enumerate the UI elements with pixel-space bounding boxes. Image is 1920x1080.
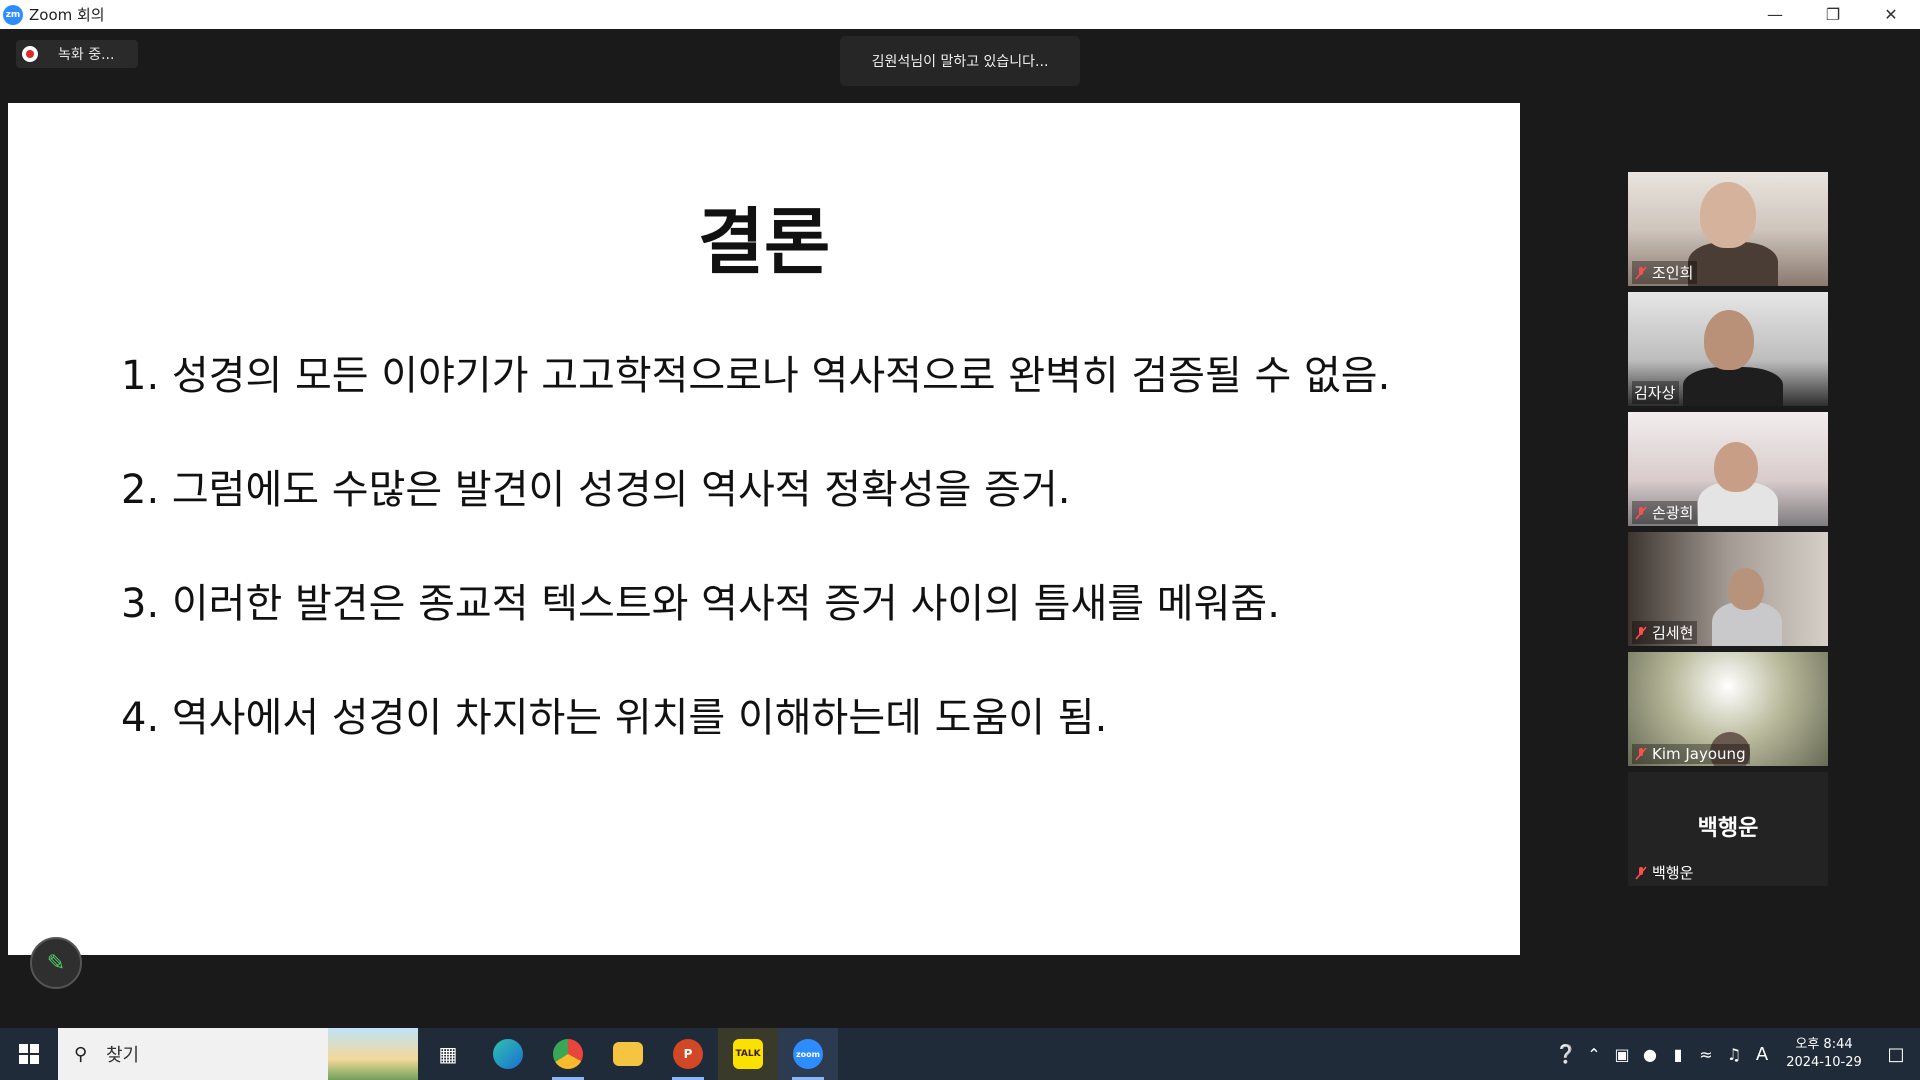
annotate-pencil-button[interactable]: ✎ [30,937,82,989]
volume-icon[interactable]: ♫ [1720,1045,1748,1064]
system-tray: ❔ ⌃ ▣ ● ▮ ≈ ♫ A 오후 8:44 2024-10-29 □ [1552,1028,1920,1080]
pencil-icon: ✎ [46,950,66,976]
task-view-button[interactable]: ▦ [418,1028,478,1080]
notification-icon[interactable]: □ [1872,1044,1920,1065]
zoom-app-icon: zm [3,4,23,25]
edge-icon [493,1039,523,1069]
search-highlight-image [328,1028,418,1080]
clock-time: 오후 8:44 [1795,1037,1853,1052]
participant-tile[interactable]: 조인희 [1628,172,1828,286]
recording-indicator[interactable]: 녹화 중... [16,40,138,68]
clock-date: 2024-10-29 [1786,1055,1862,1070]
participant-name: Kim Jayoung [1632,744,1750,764]
start-button[interactable] [0,1028,58,1080]
folder-icon [613,1042,643,1066]
speaking-banner: 김원석님이 말하고 있습니다... [840,36,1080,86]
record-icon [22,46,38,62]
kakaotalk-taskbar-button[interactable]: TALK [718,1028,778,1080]
slide-item: 4. 역사에서 성경이 차지하는 위치를 이해하는데 도움이 됨. [121,695,1108,741]
powerpoint-icon: P [673,1039,703,1069]
taskbar: ⚲ 찾기 ▦ P TALK zoom ❔ ⌃ ▣ ● ▮ ≈ ♫ A 오후 8:… [0,1028,1920,1080]
close-button[interactable]: ✕ [1862,0,1920,29]
taskbar-search-box[interactable]: ⚲ 찾기 [58,1028,418,1080]
slide-item: 3. 이러한 발견은 종교적 텍스트와 역사적 증거 사이의 틈새를 메워줌. [121,581,1280,627]
mic-muted-icon [1634,625,1648,640]
microphone-icon[interactable]: ● [1636,1045,1664,1064]
participant-display-name: 백행운 [1697,816,1759,841]
window-controls: — ❐ ✕ [1746,0,1920,29]
mic-muted-icon [1634,865,1648,880]
participant-name: 손광희 [1632,501,1698,524]
meet-now-icon[interactable]: ▣ [1608,1045,1636,1064]
participant-name: 조인희 [1632,261,1698,284]
participant-tile[interactable]: Kim Jayoung [1628,652,1828,766]
participant-tile[interactable]: 김자상 [1628,292,1828,406]
slide-title: 결론 [697,200,831,284]
zoom-taskbar-button[interactable]: zoom [778,1028,838,1080]
recording-label: 녹화 중... [58,47,115,63]
minimize-button[interactable]: — [1746,0,1804,29]
slide-list: 1. 성경의 모든 이야기가 고고학적으로나 역사적으로 완벽히 검증될 수 없… [121,351,1390,807]
slide-item: 1. 성경의 모든 이야기가 고고학적으로나 역사적으로 완벽히 검증될 수 없… [121,353,1391,399]
ime-indicator[interactable]: A [1748,1044,1776,1065]
mic-muted-icon [1634,505,1648,520]
participant-name: 김자상 [1632,381,1680,404]
slide-item: 2. 그럼에도 수많은 발견이 성경의 역사적 정확성을 증거. [121,467,1071,513]
mic-muted-icon [1634,265,1648,280]
shared-screen-slide: 결론 1. 성경의 모든 이야기가 고고학적으로나 역사적으로 완벽히 검증될 … [8,103,1520,989]
window-title: Zoom 회의 [29,6,105,24]
participant-tile[interactable]: 김세현 [1628,532,1828,646]
meeting-stage: 녹화 중... 김원석님이 말하고 있습니다... 결론 1. 성경의 모든 이… [0,29,1920,1028]
powerpoint-taskbar-button[interactable]: P [658,1028,718,1080]
window-titlebar: zm Zoom 회의 — ❐ ✕ [0,0,1920,29]
chrome-icon [553,1039,583,1069]
help-icon[interactable]: ❔ [1552,1044,1580,1065]
battery-icon[interactable]: ▮ [1664,1045,1692,1064]
mic-muted-icon [1634,747,1648,761]
kakaotalk-icon: TALK [733,1039,763,1069]
chrome-taskbar-button[interactable] [538,1028,598,1080]
search-icon: ⚲ [74,1044,88,1065]
participant-name: 김세현 [1632,621,1698,644]
wifi-icon[interactable]: ≈ [1692,1045,1720,1064]
chevron-up-icon[interactable]: ⌃ [1580,1045,1608,1064]
participant-tile[interactable]: 손광희 [1628,412,1828,526]
participant-tile[interactable]: 백행운 백행운 [1628,772,1828,886]
task-view-icon: ▦ [438,1042,458,1066]
taskbar-clock[interactable]: 오후 8:44 2024-10-29 [1776,1036,1872,1072]
file-explorer-taskbar-button[interactable] [598,1028,658,1080]
search-placeholder: 찾기 [106,1045,140,1066]
edge-taskbar-button[interactable] [478,1028,538,1080]
restore-button[interactable]: ❐ [1804,0,1862,29]
participant-name: 백행운 [1632,861,1697,884]
zoom-icon: zoom [793,1039,823,1069]
participant-gallery: 조인희 김자상 손광희 김세현 Kim Jayoung 백행운 백행운 [1628,172,1828,892]
windows-logo-icon [19,1044,39,1064]
